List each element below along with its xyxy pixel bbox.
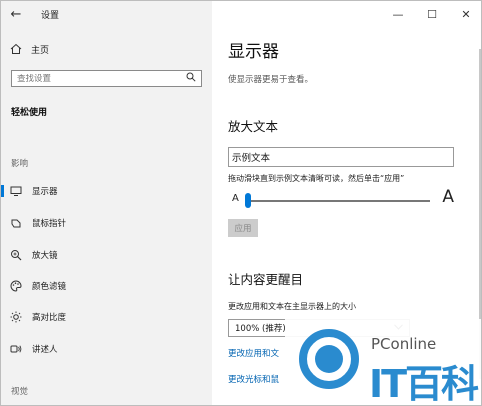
brightness-icon <box>9 310 23 324</box>
search-input[interactable] <box>17 73 177 84</box>
page-description: 使显示器更易于查看。 <box>228 75 314 85</box>
close-icon[interactable]: ✕ <box>449 1 481 27</box>
slider-thumb[interactable] <box>245 193 251 208</box>
palette-icon <box>9 279 23 293</box>
sidebar-item-color-filters[interactable]: 颜色滤镜 <box>9 278 66 294</box>
sidebar-item-home[interactable]: 主页 <box>9 41 49 57</box>
watermark-site: PConline <box>371 335 437 353</box>
window-controls: — ☐ ✕ <box>381 1 481 27</box>
titlebar-left: ← 设置 <box>1 1 212 27</box>
apply-button[interactable]: 应用 <box>228 219 258 237</box>
page-title: 显示器 <box>228 42 279 62</box>
sidebar: ← 设置 主页 轻松使用 影响 显示器 鼠标指 <box>1 1 212 405</box>
narrator-icon <box>9 342 23 356</box>
sidebar-item-magnifier[interactable]: 放大镜 <box>9 247 58 263</box>
sidebar-item-mouse-pointer[interactable]: 鼠标指针 <box>9 215 66 231</box>
watermark-logo-inner <box>315 345 343 373</box>
slider-hint: 拖动滑块直到示例文本清晰可读，然后单击“应用” <box>228 174 405 183</box>
sidebar-item-display[interactable]: 显示器 <box>1 183 58 199</box>
settings-window: ← 设置 主页 轻松使用 影响 显示器 鼠标指 <box>0 0 482 406</box>
minimize-icon[interactable]: — <box>381 1 415 27</box>
sidebar-item-label: 讲述人 <box>32 345 58 355</box>
sidebar-item-label: 高对比度 <box>32 313 67 323</box>
scale-dropdown-value: 100% (推荐) <box>235 324 286 334</box>
pointer-icon <box>9 216 23 230</box>
sidebar-item-label: 放大镜 <box>32 251 58 261</box>
sidebar-item-high-contrast[interactable]: 高对比度 <box>9 309 66 325</box>
slider-track[interactable] <box>248 200 430 202</box>
maximize-icon[interactable]: ☐ <box>415 1 449 27</box>
app-title: 设置 <box>41 10 60 21</box>
sidebar-group-label: 影响 <box>11 159 29 169</box>
sidebar-group-label: 视觉 <box>11 387 29 397</box>
slider-max-label: A <box>442 187 454 207</box>
display-icon <box>9 184 23 198</box>
sidebar-item-label: 主页 <box>31 45 50 56</box>
home-icon <box>9 42 23 56</box>
magnifier-icon <box>9 248 23 262</box>
watermark-brand: IT百科 <box>369 362 479 406</box>
watermark: PConline IT百科 <box>285 319 481 406</box>
back-arrow-icon[interactable]: ← <box>1 1 31 27</box>
text-size-slider[interactable]: A A <box>228 187 454 210</box>
size-label: 更改应用和文本在主显示器上的大小 <box>228 302 356 311</box>
section-heading-make-everything-bigger: 让内容更醒目 <box>228 272 304 287</box>
section-heading-make-text-bigger: 放大文本 <box>228 119 279 134</box>
sidebar-item-label: 显示器 <box>32 187 58 197</box>
sidebar-item-label: 颜色滤镜 <box>32 282 67 292</box>
sidebar-item-label: 鼠标指针 <box>32 219 67 229</box>
search-box[interactable] <box>11 70 202 87</box>
slider-min-label: A <box>232 193 239 204</box>
sidebar-section-title: 轻松使用 <box>11 108 48 118</box>
link-change-app-text-size[interactable]: 更改应用和文 <box>228 347 279 359</box>
sample-text-box: 示例文本 <box>228 147 454 167</box>
watermark-logo-icon <box>299 329 359 389</box>
link-change-cursor[interactable]: 更改光标和鼠 <box>228 373 279 385</box>
search-icon[interactable] <box>186 72 196 85</box>
sidebar-item-narrator[interactable]: 讲述人 <box>9 341 58 357</box>
